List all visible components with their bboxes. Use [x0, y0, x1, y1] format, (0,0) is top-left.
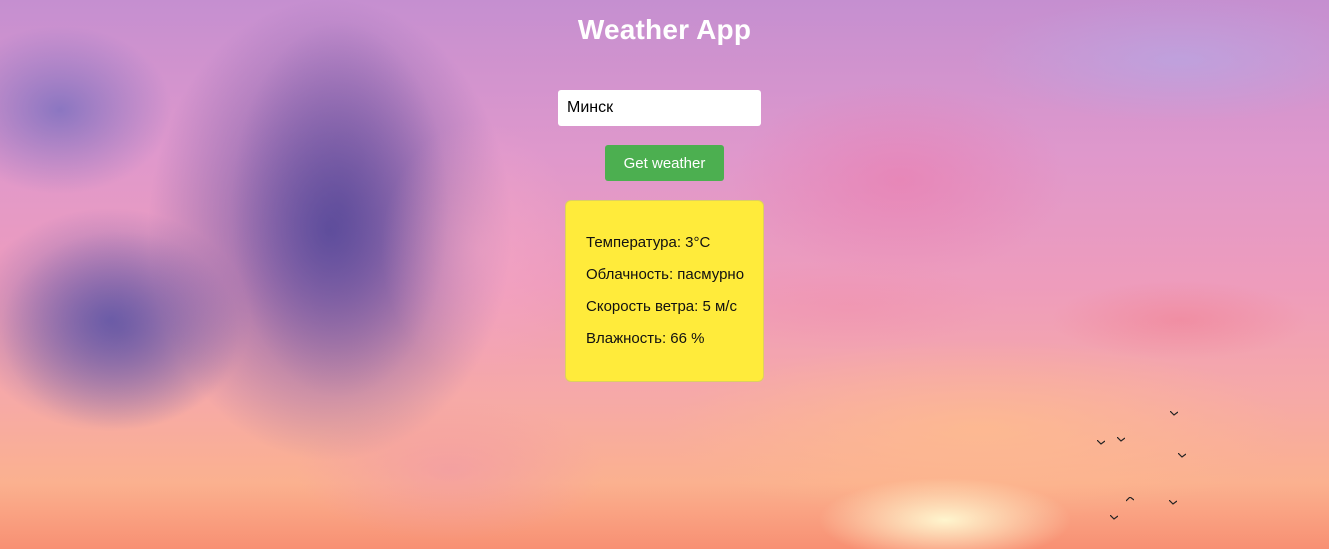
city-input[interactable]: [558, 90, 761, 126]
wind-speed-text: Скорость ветра: 5 м/с: [586, 298, 737, 315]
get-weather-button[interactable]: Get weather: [605, 145, 724, 181]
bird-icon: [1126, 497, 1134, 502]
bird-icon: [1097, 440, 1105, 445]
bird-icon: [1169, 500, 1177, 505]
bird-icon: [1117, 437, 1125, 442]
background-cloud: [380, 120, 580, 380]
humidity-text: Влажность: 66 %: [586, 330, 705, 347]
temperature-text: Температура: 3°C: [586, 234, 711, 251]
background-cloud: [230, 20, 450, 400]
background-cloud: [1050, 280, 1310, 360]
page-title: Weather App: [577, 14, 752, 45]
bird-icon: [1110, 515, 1118, 520]
cloudiness-text: Облачность: пасмурно: [586, 266, 745, 283]
background-cloud: [0, 230, 240, 430]
weather-card: Температура: 3°C Облачность: пасмурно Ск…: [565, 200, 764, 382]
bird-icon: [1178, 453, 1186, 458]
bird-icon: [1170, 411, 1178, 416]
